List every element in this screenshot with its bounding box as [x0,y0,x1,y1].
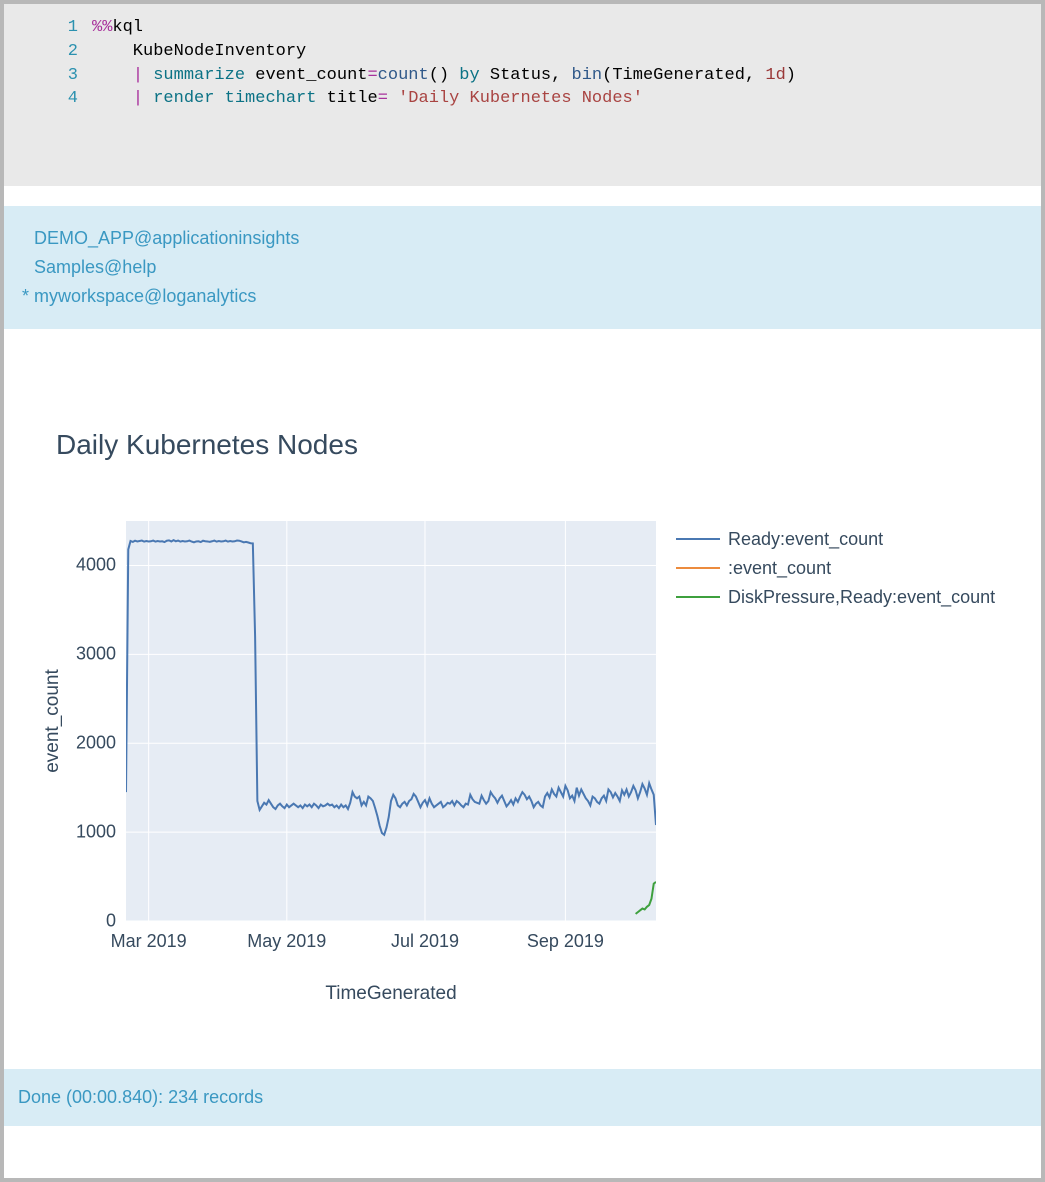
chart-legend[interactable]: Ready:event_count :event_count DiskPressur… [676,529,995,616]
line-number: 4 [4,87,92,111]
workspace-item[interactable]: * myworkspace@loganalytics [22,282,1041,311]
code-line[interactable]: 4 | render timechart title= 'Daily Kuber… [4,87,1041,111]
legend-item[interactable]: DiskPressure,Ready:event_count [676,587,995,608]
legend-label: DiskPressure,Ready:event_count [728,587,995,608]
legend-item[interactable]: :event_count [676,558,995,579]
legend-label: Ready:event_count [728,529,883,550]
legend-swatch-icon [676,538,720,540]
plot-lines [126,521,656,921]
x-axis-label: TimeGenerated [126,983,656,1005]
workspace-item[interactable]: DEMO_APP@applicationinsights [34,224,1041,253]
line-number: 2 [4,40,92,64]
y-tick-label: 0 [56,910,116,931]
code-line[interactable]: 2 KubeNodeInventory [4,40,1041,64]
x-tick-label: Mar 2019 [111,931,187,952]
workspace-list: DEMO_APP@applicationinsights Samples@hel… [4,206,1041,328]
y-tick-label: 1000 [56,821,116,842]
code-content[interactable]: | summarize event_count=count() by Statu… [92,64,796,88]
y-tick-label: 4000 [56,555,116,576]
series-line[interactable] [636,881,656,913]
workspace-item[interactable]: Samples@help [34,253,1041,282]
chart-title: Daily Kubernetes Nodes [56,429,1041,461]
legend-label: :event_count [728,558,831,579]
code-content[interactable]: KubeNodeInventory [92,40,306,64]
y-tick-label: 2000 [56,732,116,753]
line-number: 3 [4,64,92,88]
legend-swatch-icon [676,596,720,598]
status-text: Done (00:00.840): 234 records [18,1087,263,1107]
legend-item[interactable]: Ready:event_count [676,529,995,550]
code-cell[interactable]: 1%%kql2 KubeNodeInventory3 | summarize e… [4,4,1041,186]
x-tick-label: May 2019 [247,931,326,952]
code-content[interactable]: | render timechart title= 'Daily Kuberne… [92,87,643,111]
line-number: 1 [4,16,92,40]
x-tick-label: Sep 2019 [527,931,604,952]
y-axis-label: event_count [42,669,64,773]
code-line[interactable]: 1%%kql [4,16,1041,40]
series-line[interactable] [126,540,656,835]
cell-gap [4,186,1041,206]
code-line[interactable]: 3 | summarize event_count=count() by Sta… [4,64,1041,88]
plot-background [126,521,656,921]
y-tick-label: 3000 [56,643,116,664]
code-content[interactable]: %%kql [92,16,143,40]
x-tick-label: Jul 2019 [391,931,459,952]
legend-swatch-icon [676,567,720,569]
active-marker-icon: * [22,286,34,306]
status-bar: Done (00:00.840): 234 records [4,1069,1041,1126]
chart-output: Daily Kubernetes Nodes 0 1000 2000 3000 4000… [4,329,1041,1069]
